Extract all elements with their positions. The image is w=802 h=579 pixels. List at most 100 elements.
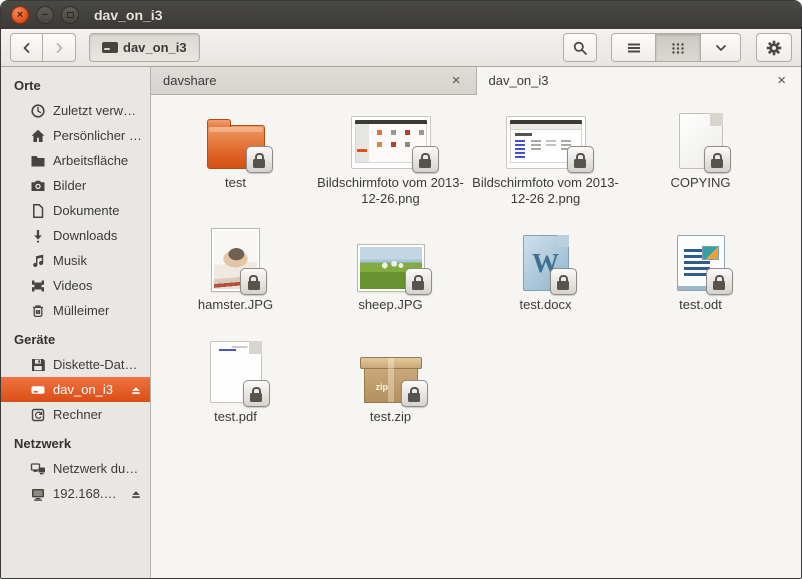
search-button[interactable] [563, 33, 597, 62]
maximize-icon[interactable] [61, 6, 79, 24]
gear-icon [766, 40, 782, 56]
view-options-button[interactable] [701, 33, 741, 62]
sidebar-item-label: Rechner [53, 407, 102, 422]
computer-icon [30, 407, 46, 423]
file-item[interactable]: hamster.JPG [158, 225, 313, 337]
sidebar-item-192-168[interactable]: 192.168.… [1, 481, 150, 506]
file-name: Bildschirmfoto vom 2013-12-26 2.png [472, 175, 620, 207]
lock-emblem [243, 380, 270, 407]
tab-close-icon[interactable]: × [774, 71, 789, 90]
file-item[interactable]: sheep.JPG [313, 225, 468, 337]
settings-button[interactable] [756, 33, 792, 62]
harddisk-icon [102, 42, 118, 53]
file-name: test [225, 175, 246, 191]
sidebar-item-label: Netzwerk du… [53, 461, 138, 476]
list-view-button[interactable] [611, 33, 656, 62]
close-icon[interactable]: × [11, 6, 29, 24]
lock-emblem [567, 146, 594, 173]
lock-icon [557, 281, 569, 290]
file-icon-wrap [506, 116, 586, 169]
file-icon-wrap: W [523, 235, 569, 291]
eject-icon[interactable] [130, 488, 142, 500]
file-name: test.zip [370, 409, 411, 425]
file-icon-box [351, 103, 431, 169]
sidebar-item-label: Zuletzt verw… [53, 103, 136, 118]
file-item[interactable]: zip test.zip [313, 337, 468, 425]
lock-icon [250, 393, 262, 402]
location-button[interactable]: dav_on_i3 [89, 33, 200, 62]
lock-icon [412, 281, 424, 290]
file-icon-wrap [351, 116, 431, 169]
film-icon [30, 278, 46, 294]
sidebar-item-pers-nlicher[interactable]: Persönlicher … [1, 123, 150, 148]
lock-icon [711, 159, 723, 168]
chevron-right-icon [51, 40, 67, 56]
file-item[interactable]: Bildschirmfoto vom 2013-12-26 2.png [468, 103, 623, 225]
sidebar-item-arbeitsfl-che[interactable]: Arbeitsfläche [1, 148, 150, 173]
grid-view-icon [670, 40, 686, 56]
file-grid[interactable]: test Bildschirmfoto vom 2013-12-26.pngBil… [151, 95, 801, 578]
sidebar-item-diskette-dat[interactable]: Diskette-Dat… [1, 352, 150, 377]
file-icon-wrap [677, 235, 725, 291]
sidebar-item-label: Dokumente [53, 203, 119, 218]
file-item[interactable]: Wtest.docx [468, 225, 623, 337]
tab-dav_on_i3[interactable]: dav_on_i3 × [477, 67, 802, 95]
forward-button[interactable] [43, 33, 76, 62]
titlebar[interactable]: × − dav_on_i3 [1, 1, 801, 29]
sidebar-item-label: Arbeitsfläche [53, 153, 128, 168]
location-label: dav_on_i3 [123, 40, 187, 55]
file-icon-box: W [523, 225, 569, 291]
sidebar-item-musik[interactable]: Musik [1, 248, 150, 273]
lock-icon [713, 281, 725, 290]
lock-emblem [550, 268, 577, 295]
file-icon-box [679, 103, 723, 169]
file-icon-box [677, 225, 725, 291]
file-icon-wrap [207, 125, 265, 169]
tab-bar: davshare × dav_on_i3 × [151, 67, 801, 95]
sidebar-item-rechner[interactable]: Rechner [1, 402, 150, 427]
file-item[interactable]: Bildschirmfoto vom 2013-12-26.png [313, 103, 468, 225]
file-icon-wrap: zip [362, 355, 420, 403]
tab-label: dav_on_i3 [489, 73, 549, 88]
lock-emblem [240, 268, 267, 295]
folder-icon [30, 153, 46, 169]
lock-icon [248, 281, 260, 290]
sidebar-item-m-lleimer[interactable]: Mülleimer [1, 298, 150, 323]
sidebar-item-bilder[interactable]: Bilder [1, 173, 150, 198]
clock-icon [30, 103, 46, 119]
tab-label: davshare [163, 73, 216, 88]
lock-icon [574, 159, 586, 168]
sidebar-item-label: Mülleimer [53, 303, 109, 318]
toolbar: dav_on_i3 [1, 29, 801, 67]
music-icon [30, 253, 46, 269]
file-name: hamster.JPG [198, 297, 273, 313]
tab-close-icon[interactable]: × [449, 71, 464, 90]
sidebar-item-label: Persönlicher … [53, 128, 142, 143]
view-switcher [611, 33, 741, 62]
file-name: test.pdf [214, 409, 257, 425]
sidebar-item-videos[interactable]: Videos [1, 273, 150, 298]
sidebar-item-zuletzt-verw[interactable]: Zuletzt verw… [1, 98, 150, 123]
file-item[interactable]: test.pdf [158, 337, 313, 425]
sidebar-item-dav-on-i3[interactable]: dav_on_i3 [1, 377, 150, 402]
sidebar-item-downloads[interactable]: Downloads [1, 223, 150, 248]
minimize-icon[interactable]: − [36, 6, 54, 24]
file-item[interactable]: test [158, 103, 313, 225]
sidebar-section-heading: Geräte [1, 323, 150, 352]
sidebar-item-dokumente[interactable]: Dokumente [1, 198, 150, 223]
sidebar-item-netzwerk-du[interactable]: Netzwerk du… [1, 456, 150, 481]
file-icon-wrap [212, 229, 259, 291]
lock-emblem [412, 146, 439, 173]
tab-davshare[interactable]: davshare × [151, 67, 477, 94]
file-icon-wrap [210, 341, 262, 403]
back-button[interactable] [10, 33, 43, 62]
eject-icon[interactable] [130, 384, 142, 396]
file-icon-box [358, 225, 424, 291]
file-item[interactable]: COPYING [623, 103, 778, 225]
download-icon [30, 228, 46, 244]
file-icon-box [506, 103, 586, 169]
file-icon-box: zip [362, 337, 420, 403]
grid-view-button[interactable] [656, 33, 701, 62]
file-name: test.docx [519, 297, 571, 313]
file-item[interactable]: test.odt [623, 225, 778, 337]
